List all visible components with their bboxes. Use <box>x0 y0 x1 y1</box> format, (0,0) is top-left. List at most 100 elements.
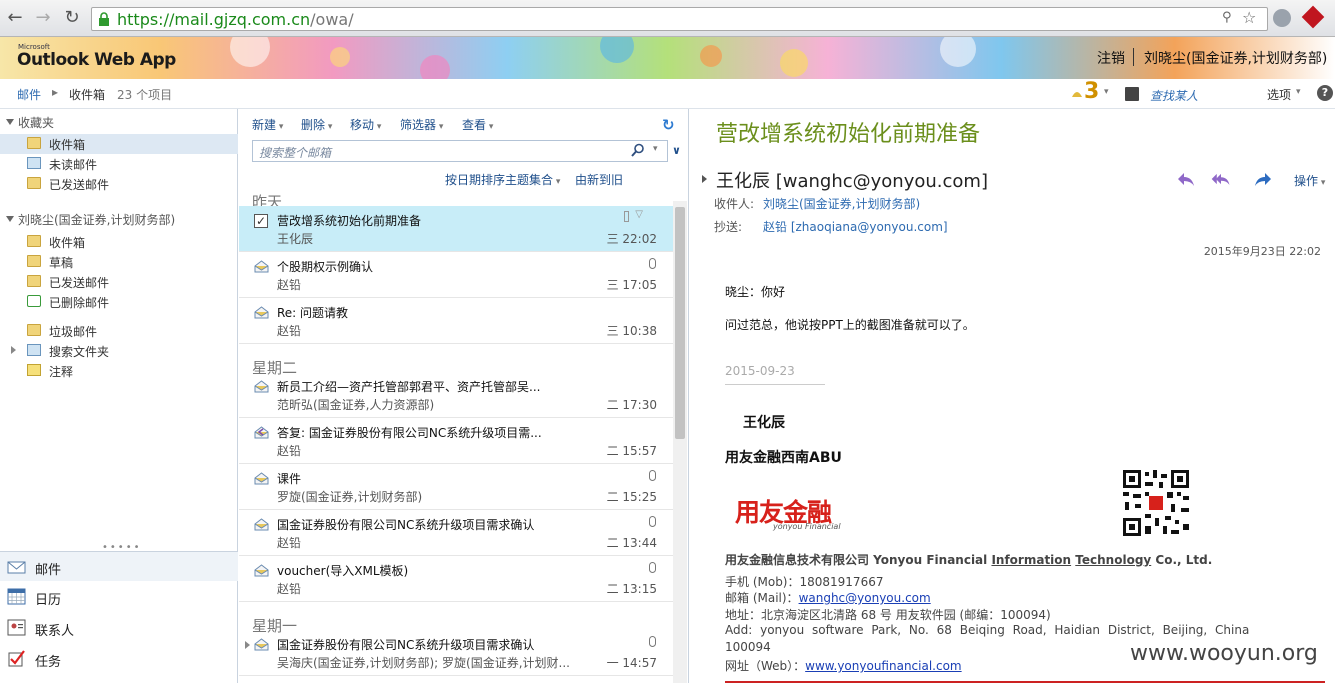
message-row[interactable]: voucher(导入XML模板) 赵铅 二 13:15 <box>239 556 673 602</box>
mailbox-header[interactable]: 刘晓尘(国金证券,计划财务部) <box>18 211 175 228</box>
envelope-open-icon <box>254 472 269 485</box>
forward-icon[interactable] <box>1252 170 1274 188</box>
expand-conversation-icon[interactable] <box>245 641 250 649</box>
url-host: https://mail.gjzq.com.cn <box>117 10 311 29</box>
sort-by-menu[interactable]: 按日期排序主题集合 ▾ <box>445 171 560 188</box>
search-options-icon[interactable]: ▾ <box>653 144 658 154</box>
message-row[interactable]: 国金证券股份有限公司NC系统升级项目需求确认 吴海庆(国金证券,计划财务部); … <box>239 630 673 676</box>
divider <box>1133 48 1134 66</box>
breadcrumb-inbox: 收件箱 <box>69 88 106 102</box>
signature-mobile: 手机 (Mob)：18081917667 <box>725 575 884 589</box>
folder-sent[interactable]: 已发送邮件 <box>0 272 238 292</box>
signature-department: 用友金融西南ABU <box>725 450 842 466</box>
bookmark-star-icon[interactable]: ☆ <box>1242 8 1256 27</box>
reply-all-icon[interactable] <box>1210 170 1232 188</box>
message-row[interactable]: 答复: 国金证券股份有限公司NC系统升级项目需... 赵铅 二 15:57 <box>239 418 673 464</box>
flag-icon[interactable]: ▽ <box>635 209 643 220</box>
help-icon[interactable]: ? <box>1317 85 1333 101</box>
address-book-icon[interactable] <box>1125 87 1139 101</box>
fav-sent[interactable]: 已发送邮件 <box>0 174 238 194</box>
signature-address-en: Add: yonyou software Park, No. 68 Beiqin… <box>725 623 1250 637</box>
breadcrumb-mail[interactable]: 邮件 <box>17 86 41 103</box>
fav-unread[interactable]: 未读邮件 <box>0 154 238 174</box>
message-row[interactable]: Re: 问题请教 赵铅 三 10:38 <box>239 298 673 344</box>
extension-icon[interactable] <box>1301 5 1325 29</box>
expand-search-icon[interactable]: ∨ <box>672 144 681 157</box>
message-list-scrollbar[interactable] <box>673 201 687 683</box>
delete-button[interactable]: 删除 <box>301 116 332 133</box>
folder-notes[interactable]: 注释 <box>0 361 238 381</box>
actions-menu[interactable]: 操作 <box>1294 172 1325 189</box>
chevron-down-icon[interactable]: ▾ <box>1296 87 1301 97</box>
envelope-open-icon <box>254 260 269 273</box>
key-icon[interactable]: ⚲ <box>1222 10 1232 25</box>
signature-date: 2015-09-23 <box>725 364 795 378</box>
attachment-icon <box>649 562 656 573</box>
reload-icon[interactable]: ↻ <box>62 8 82 28</box>
signature-web-link[interactable]: www.yonyoufinancial.com <box>805 659 961 673</box>
calendar-icon <box>7 588 26 605</box>
body-greeting: 晓尘：你好 <box>725 285 786 299</box>
signature-mail-link[interactable]: wanghc@yonyou.com <box>799 591 931 605</box>
message-row[interactable]: 国金证券股份有限公司NC系统升级项目需求确认 赵铅 二 13:44 <box>239 510 673 556</box>
message-list-pane: 新建 删除 移动 筛选器 查看 ↻ 搜索整个邮箱 ▾ ∨ 按日期排序主题集合 ▾… <box>239 109 689 683</box>
watermark-text: www.wooyun.org <box>1130 641 1318 666</box>
favorites-header[interactable]: 收藏夹 <box>18 114 54 131</box>
module-contacts[interactable]: 联系人 <box>0 613 238 643</box>
attachment-icon <box>649 516 656 527</box>
reply-envelope-icon <box>254 426 269 439</box>
collapse-icon[interactable] <box>6 216 14 222</box>
to-label: 收件人: <box>714 197 755 211</box>
read-check-icon[interactable]: ✓ <box>254 214 268 228</box>
folder-inbox[interactable]: 收件箱 <box>0 232 238 252</box>
folder-pane: 收藏夹 收件箱 未读邮件 已发送邮件 刘晓尘(国金证券,计划财务部) 收件箱 草… <box>0 109 238 683</box>
module-mail[interactable]: 邮件 <box>0 551 238 581</box>
message-row[interactable]: ✓ 营改增系统初始化前期准备 王化辰 三 22:02 ▽ <box>239 206 673 252</box>
attachment-icon <box>649 636 656 647</box>
signature-name: 王化辰 <box>743 415 785 431</box>
find-people-link[interactable]: 查找某人 <box>1150 87 1198 104</box>
category-icon[interactable] <box>624 211 629 222</box>
expand-icon[interactable] <box>11 346 16 354</box>
message-sender[interactable]: 王化辰 [wanghc@yonyou.com] <box>716 167 988 193</box>
sort-order-button[interactable]: 由新到旧 <box>575 171 623 188</box>
expand-header-icon[interactable] <box>702 175 707 183</box>
message-row[interactable]: 个股期权示例确认 赵铅 三 17:05 <box>239 252 673 298</box>
address-bar[interactable]: https://mail.gjzq.com.cn/owa/ ⚲ ☆ <box>91 7 1268 31</box>
reminder-count[interactable]: 3 <box>1084 79 1099 104</box>
owa-header: Microsoft Outlook Web App 注销 刘晓尘(国金证券,计划… <box>0 37 1335 79</box>
new-button[interactable]: 新建 <box>252 116 283 133</box>
module-calendar[interactable]: 日历 <box>0 582 238 612</box>
globe-icon[interactable] <box>1273 9 1291 27</box>
browser-toolbar: ← → ↻ https://mail.gjzq.com.cn/owa/ ⚲ ☆ <box>0 0 1335 37</box>
collapse-icon[interactable] <box>6 119 14 125</box>
signout-link[interactable]: 注销 <box>1097 48 1125 68</box>
filter-button[interactable]: 筛选器 <box>400 116 443 133</box>
options-menu[interactable]: 选项 <box>1267 86 1291 103</box>
user-name[interactable]: 刘晓尘(国金证券,计划财务部) <box>1144 48 1327 68</box>
to-recipient[interactable]: 刘晓尘(国金证券,计划财务部) <box>763 195 920 212</box>
search-input[interactable]: 搜索整个邮箱 ▾ <box>252 140 668 162</box>
search-icon[interactable] <box>631 143 645 157</box>
reply-icon[interactable] <box>1175 170 1197 188</box>
attachment-icon <box>649 470 656 481</box>
inbox-icon <box>27 235 41 247</box>
fav-inbox[interactable]: 收件箱 <box>0 134 238 154</box>
module-tasks[interactable]: 任务 <box>0 644 238 674</box>
folder-search[interactable]: 搜索文件夹 <box>0 341 238 361</box>
folder-deleted[interactable]: 已删除邮件 <box>0 292 238 312</box>
move-button[interactable]: 移动 <box>350 116 381 133</box>
scrollbar-thumb[interactable] <box>675 207 685 439</box>
message-row[interactable]: 课件 罗旋(国金证券,计划财务部) 二 15:25 <box>239 464 673 510</box>
message-row[interactable]: 新员工介绍—资产托管部郭君平、资产托管部吴... 范昕弘(国金证券,人力资源部)… <box>239 372 673 418</box>
search-folder-icon <box>27 344 41 356</box>
refresh-icon[interactable]: ↻ <box>662 116 678 134</box>
view-button[interactable]: 查看 <box>462 116 493 133</box>
chevron-down-icon[interactable]: ▾ <box>1104 87 1109 97</box>
cc-recipient[interactable]: 赵铅 [zhaoqiana@yonyou.com] <box>763 218 948 235</box>
divider <box>725 384 825 385</box>
folder-junk[interactable]: 垃圾邮件 <box>0 321 238 341</box>
folder-drafts[interactable]: 草稿 <box>0 252 238 272</box>
forward-icon[interactable]: → <box>33 8 53 28</box>
back-icon[interactable]: ← <box>5 8 25 28</box>
